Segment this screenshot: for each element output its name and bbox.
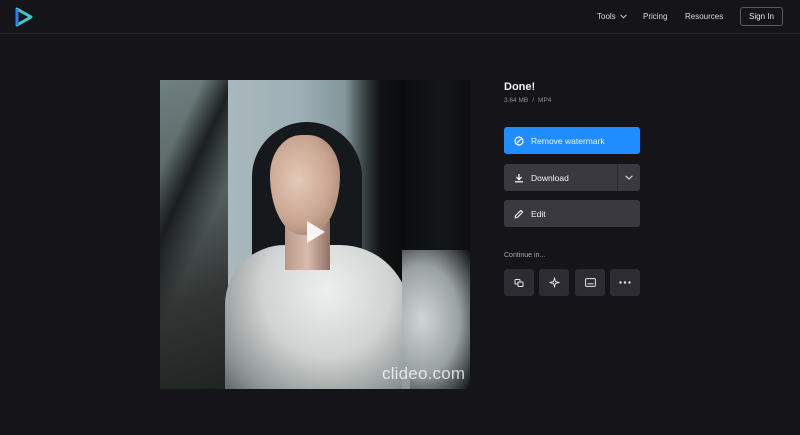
clideo-logo-icon[interactable] [14, 7, 34, 27]
video-preview[interactable]: clideo.com [160, 80, 470, 389]
download-options-button[interactable] [617, 164, 640, 191]
remove-watermark-label: Remove watermark [531, 135, 605, 146]
subtitles-icon [584, 278, 596, 287]
continue-enhance-button[interactable] [539, 269, 569, 296]
play-icon[interactable] [305, 219, 327, 245]
nav-tools-label: Tools [597, 12, 616, 21]
file-format: MP4 [538, 97, 552, 104]
edit-label: Edit [531, 208, 546, 219]
file-size: 3.64 MB [504, 97, 529, 104]
more-icon [619, 281, 631, 284]
continue-merge-button[interactable] [504, 269, 534, 296]
remove-watermark-button[interactable]: Remove watermark [504, 127, 640, 154]
file-meta: 3.64 MB / MP4 [504, 97, 551, 104]
result-title: Done! [504, 81, 536, 93]
download-icon [515, 173, 523, 182]
pencil-icon [514, 209, 524, 218]
chevron-down-icon [625, 175, 633, 180]
sign-in-button[interactable]: Sign In [740, 7, 783, 26]
top-bar: Tools Pricing Resources Sign In [0, 0, 800, 34]
continue-in-label: Continue in... [504, 252, 546, 259]
sparkle-icon [548, 277, 560, 288]
preview-shadow [160, 80, 228, 389]
no-symbol-icon [514, 135, 524, 146]
nav-tools[interactable]: Tools [597, 12, 627, 21]
nav-pricing[interactable]: Pricing [643, 12, 667, 21]
continue-more-button[interactable] [610, 269, 640, 296]
chevron-down-icon [619, 14, 627, 19]
continue-subtitles-button[interactable] [575, 269, 605, 296]
nav-resources-label: Resources [685, 12, 724, 21]
merge-icon [514, 278, 524, 287]
meta-separator: / [532, 97, 535, 104]
nav-pricing-label: Pricing [643, 12, 668, 21]
edit-button[interactable]: Edit [504, 200, 640, 227]
nav-resources[interactable]: Resources [685, 12, 723, 21]
watermark-text: clideo.com [382, 364, 466, 383]
download-label: Download [531, 172, 569, 183]
